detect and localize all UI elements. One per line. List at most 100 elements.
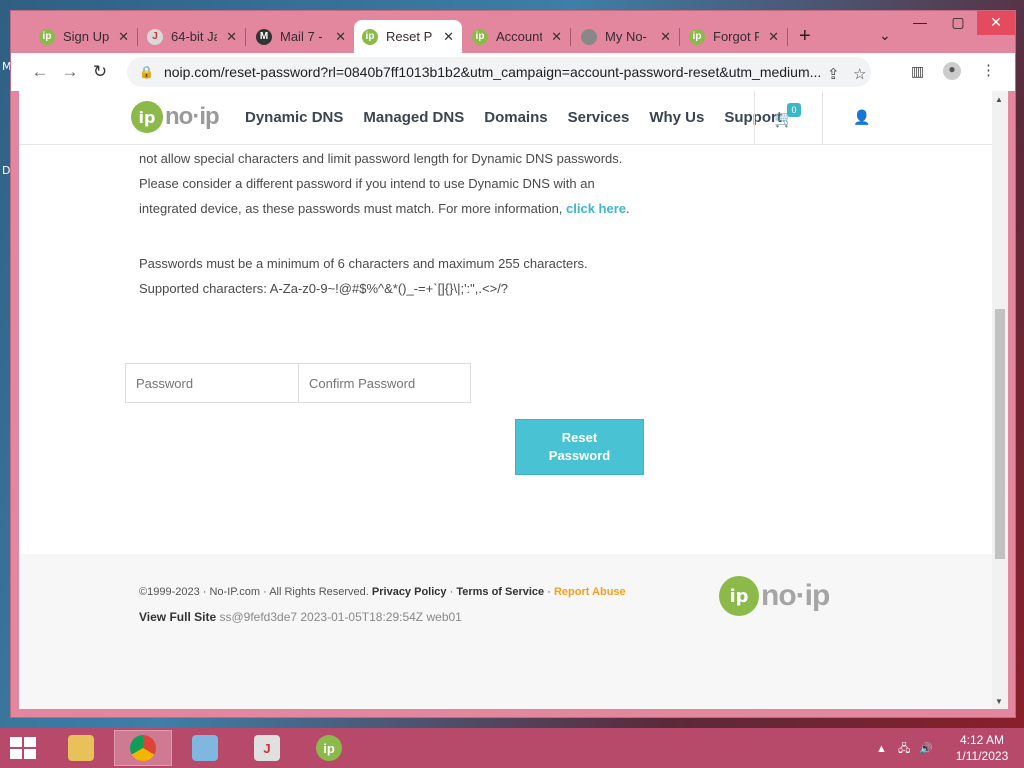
tab-title: Account [496, 29, 542, 44]
password-rules: Passwords must be a minimum of 6 charact… [139, 251, 639, 301]
close-window-icon[interactable]: ✕ [977, 11, 1015, 35]
tab-search-icon[interactable]: ⌄ [879, 27, 891, 44]
noip-favicon-icon: ip [472, 28, 488, 45]
chrome-icon [130, 735, 156, 761]
browser-toolbar: ← → ↻ 🔒 noip.com/reset-password?rl=0840b… [11, 53, 1015, 91]
close-icon[interactable]: ✕ [335, 29, 346, 45]
taskbar-noip-duc[interactable]: ip [300, 730, 358, 766]
url-text[interactable]: noip.com/reset-password?rl=0840b7ff1013b… [164, 64, 834, 80]
noip-logo-word: no·ip [761, 579, 830, 612]
reload-icon[interactable]: ↻ [85, 62, 115, 82]
build-string: ss@9fefd3de7 2023-01-05T18:29:54Z web01 [219, 610, 462, 624]
tab-sign-up[interactable]: ip Sign Up ✕ [31, 20, 137, 53]
taskbar: J ip ▲ 🖧 🔊 4:12 AM 1/11/2023 [0, 728, 1024, 768]
nav-managed-dns[interactable]: Managed DNS [363, 109, 464, 126]
reset-password-button-label: Reset Password [548, 430, 611, 463]
main-nav: Dynamic DNS Managed DNS Domains Services… [245, 109, 782, 126]
click-here-link[interactable]: click here [566, 201, 626, 216]
terms-of-service-link[interactable]: Terms of Service [456, 586, 544, 598]
close-icon[interactable]: ✕ [551, 29, 562, 45]
show-hidden-icons-icon[interactable]: ▲ [876, 743, 887, 755]
reset-password-button[interactable]: Reset Password [515, 419, 644, 475]
clock-date: 1/11/2023 [955, 749, 1009, 763]
java-favicon-icon: J [147, 28, 163, 45]
volume-icon[interactable]: 🔊 [919, 743, 933, 755]
tab-reset-password[interactable]: ip Reset Pa ✕ [354, 20, 462, 53]
tab-title: My No- [605, 29, 647, 44]
close-icon[interactable]: ✕ [226, 29, 237, 45]
minimize-icon[interactable]: — [901, 11, 939, 35]
footer-separator: · [547, 586, 551, 598]
page-scrollbar[interactable]: ▲ ▼ [992, 91, 1008, 709]
new-tab-icon[interactable]: + [799, 25, 811, 48]
noip-favicon-icon: ip [689, 28, 705, 45]
tab-separator [679, 28, 680, 46]
system-tray: ▲ 🖧 🔊 [876, 740, 933, 759]
reset-instructions: not allow special characters and limit p… [139, 146, 639, 331]
tab-title: 64-bit Java [171, 29, 217, 44]
nav-why-us[interactable]: Why Us [649, 109, 704, 126]
web-page: ip no·ip Dynamic DNS Managed DNS Domains… [19, 91, 992, 709]
cart-count-badge: 0 [787, 103, 801, 117]
tab-java[interactable]: J 64-bit Java ✕ [139, 20, 245, 53]
taskbar-notepad[interactable] [176, 730, 234, 766]
footer-separator: · [449, 586, 454, 598]
nav-domains[interactable]: Domains [484, 109, 547, 126]
noip-logo[interactable]: ip no·ip [131, 101, 220, 133]
network-icon[interactable]: 🖧 [898, 743, 910, 755]
close-icon[interactable]: ✕ [660, 29, 671, 45]
side-panel-icon[interactable]: ▥ [911, 63, 924, 80]
taskbar-java[interactable]: J [238, 730, 296, 766]
tab-mail[interactable]: M Mail 7 - ✕ [248, 20, 354, 53]
nav-services[interactable]: Services [568, 109, 630, 126]
scrollbar-thumb[interactable] [995, 309, 1005, 559]
tab-title: Reset Pa [386, 29, 432, 44]
back-icon[interactable]: ← [25, 62, 55, 82]
password-input[interactable] [125, 363, 299, 403]
close-icon[interactable]: ✕ [768, 29, 779, 45]
taskbar-file-explorer[interactable] [52, 730, 110, 766]
share-icon[interactable]: ⇪ [827, 65, 840, 83]
tab-separator [570, 28, 571, 46]
menu-kebab-icon[interactable]: ⋮ [981, 61, 996, 79]
tab-title: Mail 7 - [280, 29, 323, 44]
taskbar-chrome[interactable] [114, 730, 172, 766]
tab-account[interactable]: ip Account ✕ [464, 20, 570, 53]
copyright-text: ©1999-2023 · No-IP.com · All Rights Rese… [139, 586, 369, 598]
mail-favicon-icon: M [256, 28, 272, 45]
bookmark-star-icon[interactable]: ☆ [853, 65, 866, 83]
maximize-icon[interactable]: ▢ [939, 11, 977, 35]
nav-dynamic-dns[interactable]: Dynamic DNS [245, 109, 343, 126]
compat-note-text: not allow special characters and limit p… [139, 151, 623, 216]
tab-my-noip[interactable]: My No- ✕ [573, 20, 679, 53]
close-icon[interactable]: ✕ [443, 29, 454, 45]
privacy-policy-link[interactable]: Privacy Policy [372, 586, 447, 598]
report-abuse-link[interactable]: Report Abuse [554, 586, 626, 598]
close-icon[interactable]: ✕ [118, 29, 129, 45]
compat-note: not allow special characters and limit p… [139, 146, 639, 221]
tab-title: Sign Up [63, 29, 109, 44]
start-button-icon[interactable] [10, 737, 38, 759]
tab-separator [787, 28, 788, 46]
tab-forgot-password[interactable]: ip Forgot P ✕ [681, 20, 787, 53]
compat-note-end: . [626, 201, 630, 216]
view-full-site-link[interactable]: View Full Site [139, 610, 216, 624]
noip-duc-icon: ip [316, 735, 342, 761]
tab-separator [137, 28, 138, 46]
clock-time: 4:12 AM [959, 733, 1005, 747]
profile-icon[interactable]: ● [943, 62, 961, 80]
noip-logo-word: no·ip [165, 103, 220, 130]
forward-icon[interactable]: → [55, 62, 85, 82]
noip-favicon-icon: ip [362, 28, 378, 45]
tab-separator [245, 28, 246, 46]
taskbar-clock[interactable]: 4:12 AM 1/11/2023 [952, 732, 1012, 764]
address-bar[interactable]: 🔒 noip.com/reset-password?rl=0840b7ff101… [127, 57, 871, 87]
scroll-up-icon[interactable]: ▲ [995, 95, 1003, 104]
folder-icon [68, 735, 94, 761]
nav-divider [822, 91, 823, 145]
noip-logo-mark-icon: ip [719, 576, 759, 616]
confirm-password-input[interactable] [298, 363, 471, 403]
lock-icon[interactable]: 🔒 [139, 65, 154, 79]
scroll-down-icon[interactable]: ▼ [995, 697, 1003, 706]
user-icon[interactable]: 👤 [853, 109, 870, 126]
